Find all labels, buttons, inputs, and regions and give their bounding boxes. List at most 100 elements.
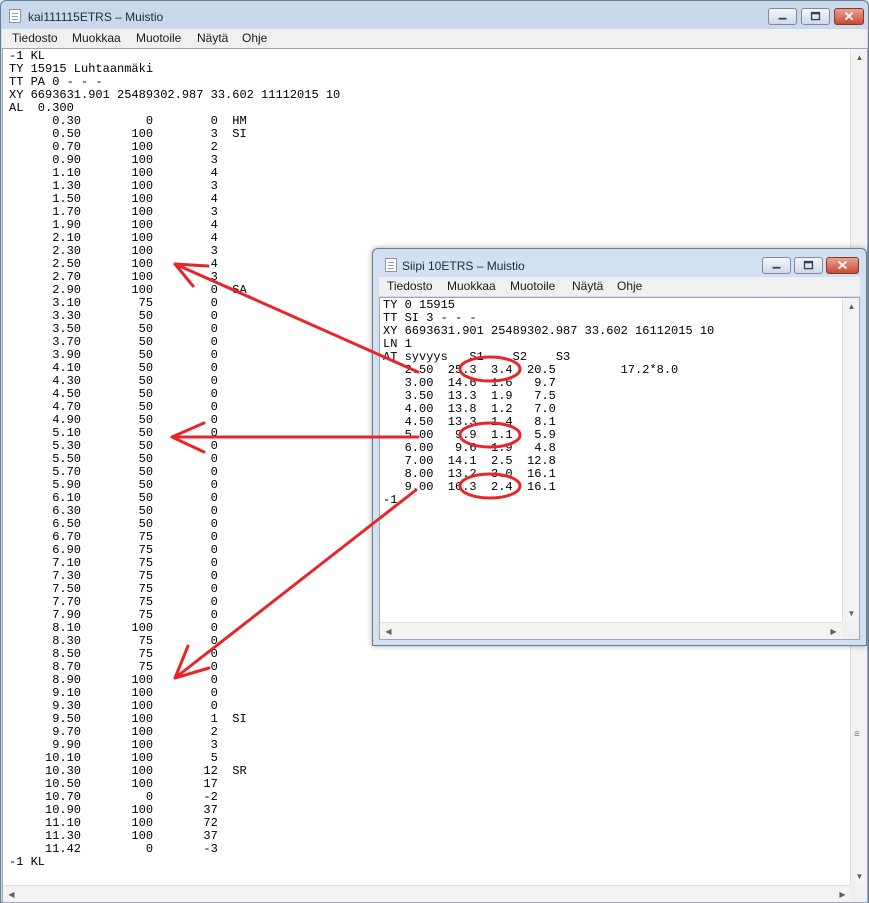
text-line: 2.10 100 4 [9,231,218,245]
text-line: 1.50 100 4 [9,192,218,206]
text-line: 4.50 50 0 [9,387,218,401]
text-line: 10.90 100 37 [9,803,218,817]
text-line: 5.30 50 0 [9,439,218,453]
scroll-right-icon[interactable]: ▶ [834,886,851,902]
text-line: -1 KL [9,855,46,869]
text-line: 2.50 25.3 3.4 20.5 17.2*8.0 [383,363,679,377]
text-line: -1 KL [9,49,46,63]
main-title-bar[interactable]: kai111115ETRS – Muistio [1,1,868,30]
text-line: 0.30 0 0 HM [9,114,247,128]
text-line: 3.90 50 0 [9,348,218,362]
text-line: 1.70 100 3 [9,205,218,219]
text-line: 9.70 100 2 [9,725,218,739]
text-line: 0.50 100 3 SI [9,127,247,141]
menu-ohje[interactable]: Ohje [242,31,267,45]
text-line: 4.50 13.3 1.4 8.1 [383,415,556,429]
siipi-maximize-button[interactable] [794,257,823,274]
text-line: 10.50 100 17 [9,777,218,791]
text-line: 7.00 14.1 2.5 12.8 [383,454,556,468]
minimize-icon [772,266,781,269]
text-line: 3.00 14.6 1.6 9.7 [383,376,556,390]
text-line: TY 15915 Luhtaanmäki [9,62,154,76]
menu-ohje[interactable]: Ohje [617,279,642,293]
scroll-left-icon[interactable]: ◀ [380,623,397,639]
text-line: 3.50 13.3 1.9 7.5 [383,389,556,403]
text-line: 9.00 16.3 2.4 16.1 [383,480,556,494]
maximize-button[interactable] [801,8,830,25]
text-line: 7.50 75 0 [9,582,218,596]
close-button[interactable] [834,8,864,25]
text-line: 8.70 75 0 [9,660,218,674]
size-grip[interactable] [842,622,859,639]
text-line: XY 6693631.901 25489302.987 33.602 11112… [9,88,341,102]
text-line: AT syvyys S1 S2 S3 [383,350,571,364]
text-line: 5.10 50 0 [9,426,218,440]
text-line: 6.90 75 0 [9,543,218,557]
siipi-text-area[interactable]: TY 0 15915 TT SI 3 - - - XY 6693631.901 … [379,297,860,640]
maximize-icon [810,11,821,21]
scroll-up-icon[interactable]: ▲ [851,49,867,66]
text-line: 10.10 100 5 [9,751,218,765]
text-line: 0.70 100 2 [9,140,218,154]
scroll-down-icon[interactable]: ▼ [843,605,859,622]
main-menu-bar: Tiedosto Muokkaa Muotoile Näytä Ohje [2,29,867,49]
scroll-down-icon[interactable]: ▼ [851,868,867,885]
text-line: 6.10 50 0 [9,491,218,505]
minimize-button[interactable] [768,8,797,25]
text-line: 6.00 9.6 1.9 4.8 [383,441,556,455]
text-line: 10.70 0 -2 [9,790,218,804]
text-line: TT SI 3 - - - [383,311,477,325]
text-line: 2.70 100 3 [9,270,218,284]
text-line: 3.70 50 0 [9,335,218,349]
text-line: -1 [383,493,398,507]
text-line: 4.30 50 0 [9,374,218,388]
text-line: 7.10 75 0 [9,556,218,570]
menu-muokkaa[interactable]: Muokkaa [447,279,496,293]
menu-tiedosto[interactable]: Tiedosto [12,31,58,45]
menu-muotoile[interactable]: Muotoile [136,31,181,45]
siipi-vertical-scrollbar[interactable]: ▲ ▼ [842,298,859,622]
scroll-grip-icon: ≡ [854,729,860,740]
main-window-title: kai111115ETRS – Muistio [28,10,164,24]
text-line: 8.10 100 0 [9,621,218,635]
text-line: 8.30 75 0 [9,634,218,648]
menu-muotoile[interactable]: Muotoile [510,279,555,293]
text-line: 11.42 0 -3 [9,842,218,856]
text-line: 1.30 100 3 [9,179,218,193]
text-line: 7.70 75 0 [9,595,218,609]
text-line: 5.90 50 0 [9,478,218,492]
scroll-up-icon[interactable]: ▲ [843,298,859,315]
text-line: 2.30 100 3 [9,244,218,258]
text-line: 3.30 50 0 [9,309,218,323]
text-line: 9.30 100 0 [9,699,218,713]
menu-muokkaa[interactable]: Muokkaa [72,31,121,45]
siipi-horizontal-scrollbar[interactable]: ◀ ▶ [380,622,842,639]
text-line: 2.50 100 4 [9,257,218,271]
close-icon [844,11,854,21]
scroll-left-icon[interactable]: ◀ [3,886,20,902]
siipi-title-bar[interactable]: Siipi 10ETRS – Muistio [373,249,866,278]
menu-nayta[interactable]: Näytä [197,31,228,45]
text-line: 1.10 100 4 [9,166,218,180]
text-line: 6.30 50 0 [9,504,218,518]
text-line: 8.90 100 0 [9,673,218,687]
siipi-minimize-button[interactable] [762,257,791,274]
text-line: 0.90 100 3 [9,153,218,167]
maximize-icon [803,260,814,270]
text-line: 5.00 9.9 1.1 5.9 [383,428,556,442]
text-line: 6.50 50 0 [9,517,218,531]
siipi-text-content: TY 0 15915 TT SI 3 - - - XY 6693631.901 … [383,299,714,507]
menu-nayta[interactable]: Näytä [572,279,603,293]
menu-tiedosto[interactable]: Tiedosto [387,279,433,293]
notepad-icon [9,9,21,23]
size-grip[interactable] [850,885,867,902]
siipi-window-title: Siipi 10ETRS – Muistio [402,259,525,273]
text-line: 6.70 75 0 [9,530,218,544]
text-line: 5.50 50 0 [9,452,218,466]
text-line: XY 6693631.901 25489302.987 33.602 16112… [383,324,715,338]
text-line: 7.90 75 0 [9,608,218,622]
main-horizontal-scrollbar[interactable]: ◀ ▶ [3,885,851,902]
siipi-close-button[interactable] [826,257,859,274]
notepad-icon [385,258,397,272]
scroll-right-icon[interactable]: ▶ [825,623,842,639]
